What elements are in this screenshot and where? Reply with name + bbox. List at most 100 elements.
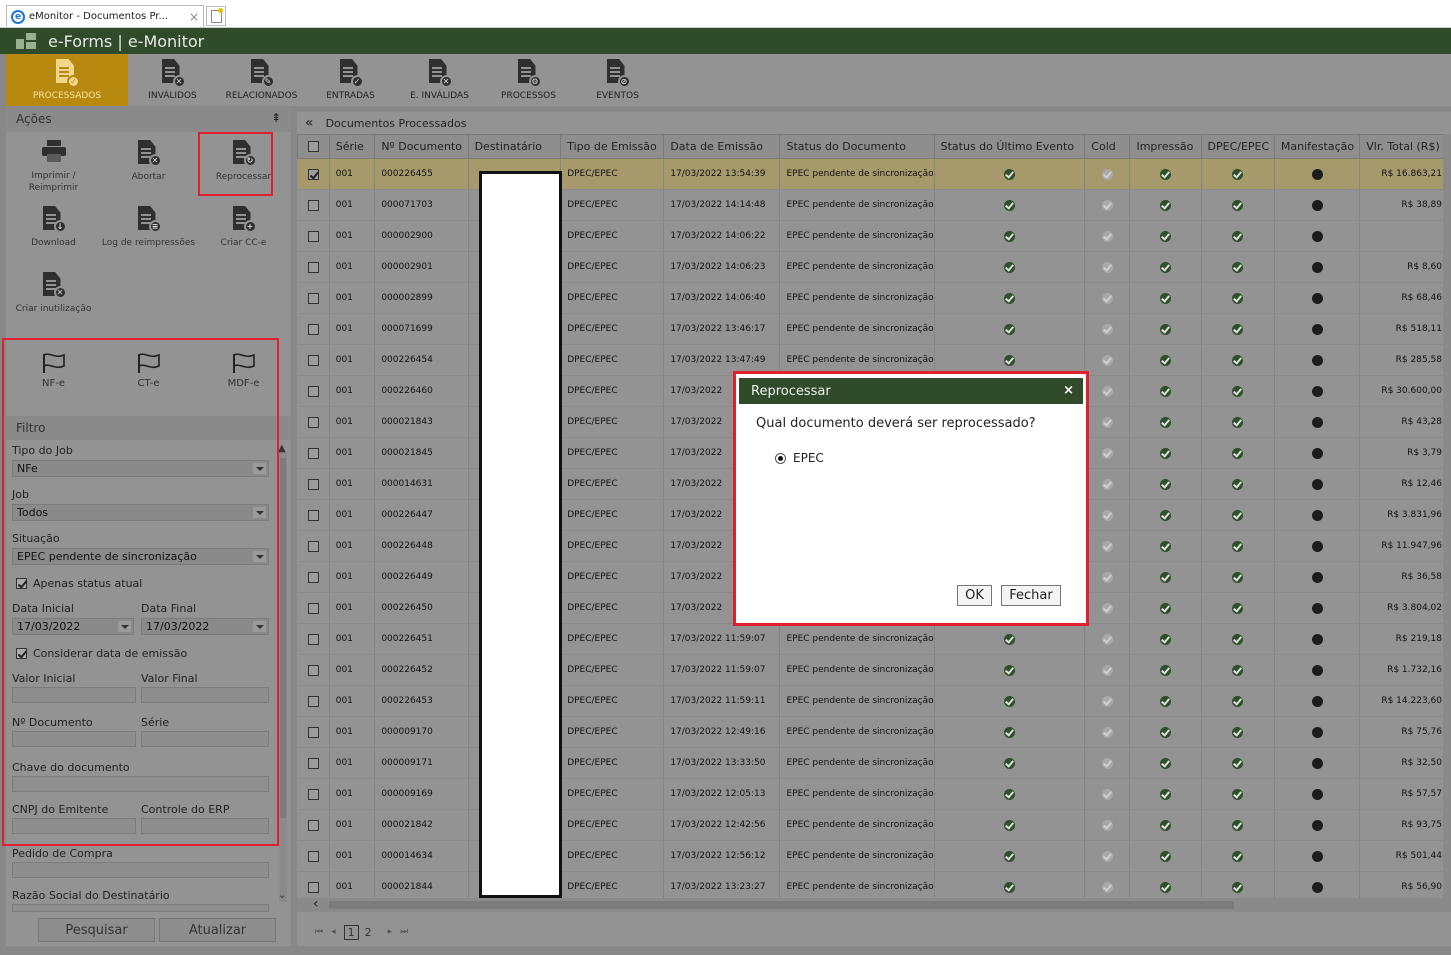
filter-scrollbar[interactable] (279, 452, 287, 902)
row-checkbox[interactable] (307, 354, 319, 366)
new-tab-button[interactable] (206, 6, 226, 26)
row-select-cell[interactable] (297, 437, 330, 469)
column-header[interactable]: Cold (1084, 134, 1131, 159)
numero-doc-input[interactable] (12, 731, 136, 747)
table-row[interactable]: 001 000014634 DPEC/EPEC 17/03/2022 12:56:12… (297, 840, 1451, 872)
valor-inicial-input[interactable] (12, 687, 136, 703)
row-select-cell[interactable] (297, 158, 330, 190)
browser-tab[interactable]: e eMonitor - Documentos Pr... × (6, 5, 204, 27)
row-checkbox[interactable] (307, 509, 319, 521)
action-abortar[interactable]: ✕ Abortar (101, 132, 196, 198)
table-row[interactable]: 001 000226453 DPEC/EPEC 17/03/2022 11:59:11… (297, 685, 1451, 717)
row-checkbox[interactable] (307, 540, 319, 552)
row-select-cell[interactable] (297, 747, 330, 779)
column-header[interactable]: Manifestação (1273, 134, 1361, 159)
table-row[interactable]: 001 000226455 DPEC/EPEC 17/03/2022 13:54:39… (297, 158, 1451, 190)
page-2-link[interactable]: 2 (365, 926, 372, 939)
row-select-cell[interactable] (297, 530, 330, 562)
row-checkbox[interactable] (307, 602, 319, 614)
row-select-cell[interactable] (297, 716, 330, 748)
considerar-data-checkbox[interactable]: Considerar data de emissão (16, 647, 187, 660)
row-checkbox[interactable] (307, 695, 319, 707)
close-icon[interactable]: × (1063, 383, 1074, 398)
row-checkbox[interactable] (307, 633, 319, 645)
pedido-compra-input[interactable] (12, 862, 269, 878)
row-select-cell[interactable] (297, 406, 330, 438)
data-inicial-picker[interactable]: 17/03/2022 (12, 618, 134, 635)
calendar-dropdown-icon[interactable] (118, 621, 131, 632)
row-select-cell[interactable] (297, 220, 330, 252)
row-select-cell[interactable] (297, 809, 330, 841)
pesquisar-button[interactable]: Pesquisar (38, 918, 155, 942)
last-page-icon[interactable]: ⏭ (400, 927, 408, 937)
column-header[interactable]: Status do Último Evento (933, 134, 1086, 159)
column-header[interactable]: Destinatário (467, 134, 562, 159)
row-select-cell[interactable] (297, 592, 330, 624)
next-page-icon[interactable]: ▸ (388, 927, 393, 937)
table-row[interactable]: 001 000002899 DPEC/EPEC 17/03/2022 14:06:40… (297, 282, 1451, 314)
row-select-cell[interactable] (297, 623, 330, 655)
column-header[interactable]: Tipo de Emissão (560, 134, 665, 159)
row-checkbox[interactable] (307, 850, 319, 862)
row-checkbox[interactable] (307, 478, 319, 490)
situacao-select[interactable]: EPEC pendente de sincronização (12, 548, 269, 565)
row-checkbox[interactable] (307, 881, 319, 893)
action-download[interactable]: ↓ Download (6, 198, 101, 264)
toolbar-entradas[interactable]: ✓ ENTRADAS (306, 54, 395, 106)
row-checkbox[interactable] (307, 230, 319, 242)
column-header[interactable]: Status do Documento (779, 134, 935, 159)
row-select-cell[interactable] (297, 778, 330, 810)
row-checkbox[interactable] (307, 385, 319, 397)
page-1-link[interactable]: 1 (343, 924, 359, 940)
toolbar-inv-lidos[interactable]: ✕ INVÁLIDOS (128, 54, 217, 106)
row-checkbox[interactable] (307, 323, 319, 335)
select-all-checkbox[interactable] (308, 141, 319, 152)
serie-input[interactable] (141, 731, 269, 747)
action-reprocessar[interactable]: ↻ Reprocessar (196, 132, 291, 198)
row-select-cell[interactable] (297, 561, 330, 593)
column-header[interactable]: Data de Emissão (663, 134, 781, 159)
chave-input[interactable] (12, 776, 269, 792)
row-select-cell[interactable] (297, 468, 330, 500)
row-checkbox[interactable] (307, 416, 319, 428)
collapse-up-icon[interactable]: ⇞ (271, 111, 281, 125)
row-checkbox[interactable] (307, 664, 319, 676)
column-header[interactable]: Impressão (1129, 134, 1202, 159)
row-select-cell[interactable] (297, 282, 330, 314)
prev-page-icon[interactable]: ◂ (331, 927, 336, 937)
toolbar-relacionados[interactable]: ✎ RELACIONADOS (217, 54, 306, 106)
flag-mdf-e[interactable]: MDF-e (196, 346, 291, 406)
row-select-cell[interactable] (297, 840, 330, 872)
column-header[interactable]: DPEC/EPEC (1200, 134, 1275, 159)
table-row[interactable]: 001 000009169 DPEC/EPEC 17/03/2022 12:05:13… (297, 778, 1451, 810)
row-select-cell[interactable] (297, 313, 330, 345)
row-checkbox[interactable] (307, 819, 319, 831)
table-row[interactable]: 001 000021842 DPEC/EPEC 17/03/2022 12:42:56… (297, 809, 1451, 841)
table-row[interactable]: 001 000002900 DPEC/EPEC 17/03/2022 14:06:22… (297, 220, 1451, 252)
row-checkbox[interactable] (307, 447, 319, 459)
column-header[interactable]: Série (328, 134, 376, 159)
scroll-thumb[interactable] (280, 458, 286, 818)
table-row[interactable]: 001 000002901 DPEC/EPEC 17/03/2022 14:06:23… (297, 251, 1451, 283)
ok-button[interactable]: OK (957, 585, 992, 606)
flag-nf-e[interactable]: NF-e (6, 346, 101, 406)
calendar-dropdown-icon[interactable] (253, 621, 266, 632)
row-select-cell[interactable] (297, 375, 330, 407)
atualizar-button[interactable]: Atualizar (159, 918, 276, 942)
select-all-header[interactable] (297, 134, 330, 159)
action-imprimir-reimprimir[interactable]: Imprimir / Reimprimir (6, 132, 101, 198)
cnpj-input[interactable] (12, 818, 136, 834)
row-checkbox[interactable] (307, 571, 319, 583)
job-select[interactable]: Todos (12, 504, 269, 521)
razao-social-input[interactable] (12, 904, 269, 912)
row-select-cell[interactable] (297, 189, 330, 221)
epec-radio-option[interactable]: EPEC (775, 451, 824, 465)
row-checkbox[interactable] (307, 292, 319, 304)
fechar-button[interactable]: Fechar (1001, 585, 1061, 606)
scroll-up-icon[interactable]: ▲ (278, 443, 286, 454)
row-checkbox[interactable] (307, 199, 319, 211)
valor-final-input[interactable] (141, 687, 269, 703)
toolbar-eventos[interactable]: ⊘ EVENTOS (573, 54, 662, 106)
data-final-picker[interactable]: 17/03/2022 (141, 618, 269, 635)
table-row[interactable]: 001 000071703 DPEC/EPEC 17/03/2022 14:14:48… (297, 189, 1451, 221)
